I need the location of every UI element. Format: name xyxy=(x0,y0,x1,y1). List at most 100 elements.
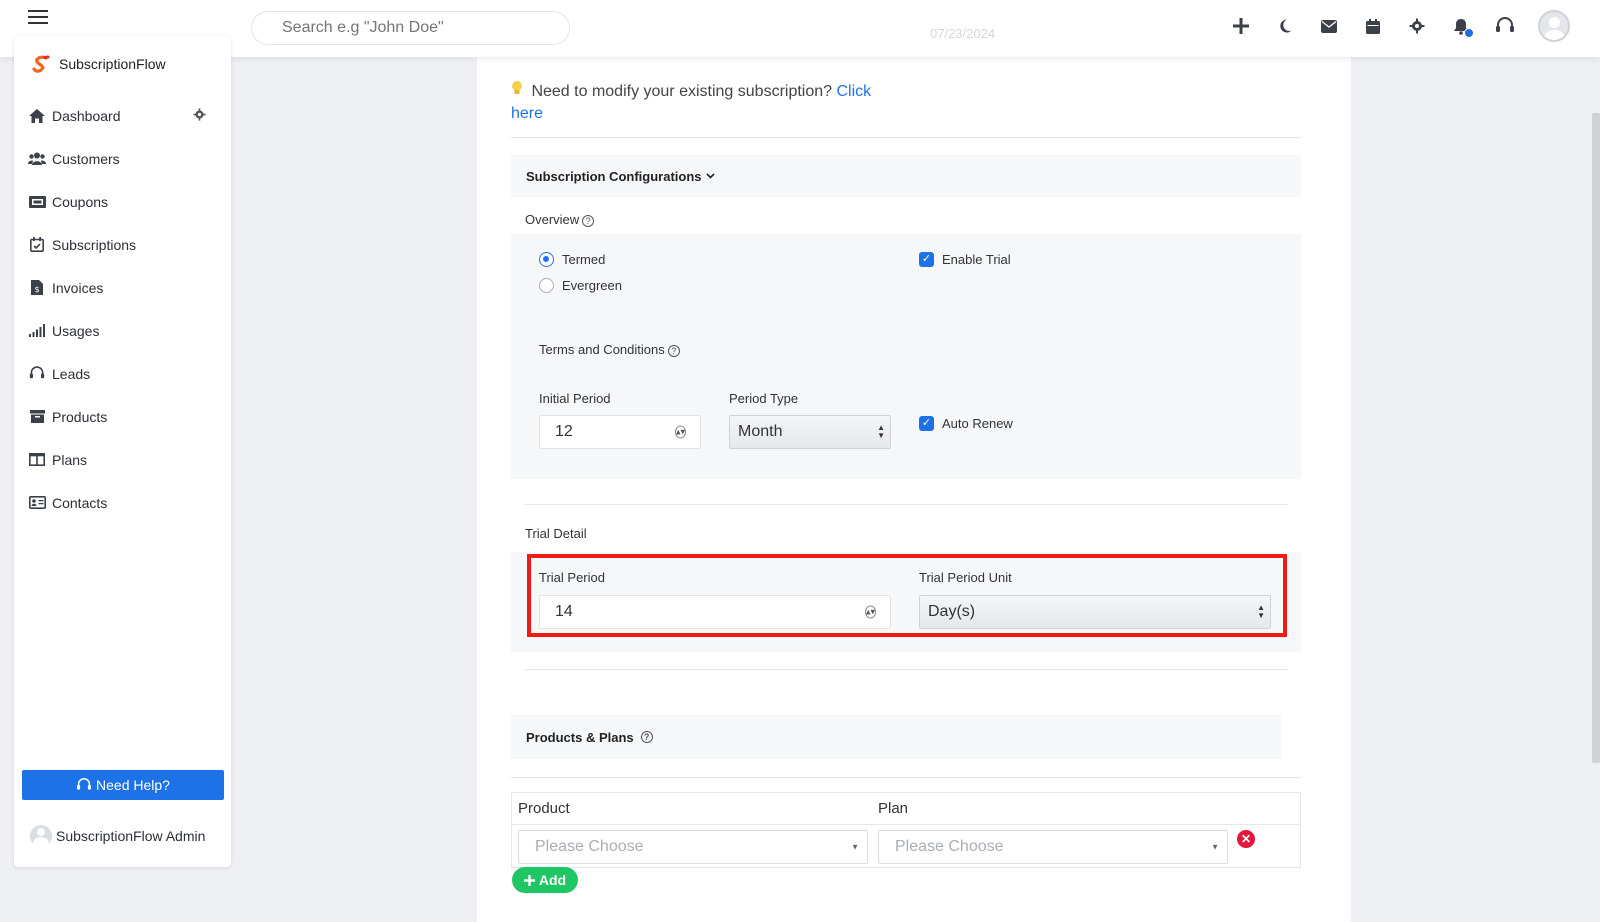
need-help-label: Need Help? xyxy=(96,777,170,793)
sidebar-item-coupons[interactable]: Coupons xyxy=(28,180,218,223)
home-icon xyxy=(28,108,46,124)
enable-trial-label: Enable Trial xyxy=(942,252,1011,267)
mail-icon[interactable] xyxy=(1318,15,1340,37)
remove-row-icon[interactable]: ✕ xyxy=(1237,830,1255,848)
auto-renew-checkbox[interactable]: ✓ Auto Renew xyxy=(919,416,1013,431)
divider xyxy=(525,504,1288,505)
plus-icon[interactable] xyxy=(1230,15,1252,37)
moon-icon[interactable] xyxy=(1274,15,1296,37)
user-avatar[interactable] xyxy=(1538,10,1570,42)
radio-termed[interactable]: Termed xyxy=(539,252,605,267)
subscription-configurations-header[interactable]: Subscription Configurations xyxy=(511,155,1301,197)
svg-text:$: $ xyxy=(35,285,40,294)
overview-panel: Termed Evergreen ✓ Enable Trial Terms an… xyxy=(511,234,1301,479)
add-product-button[interactable]: Add xyxy=(512,867,578,893)
initial-period-input[interactable]: 12 ▴▾ xyxy=(539,415,701,449)
sidebar: SubscriptionFlow Dashboard Customers Cou… xyxy=(14,36,231,867)
headset-icon xyxy=(77,778,92,790)
radio-evergreen-label: Evergreen xyxy=(562,278,622,293)
radio-evergreen[interactable]: Evergreen xyxy=(539,278,622,293)
column-header-plan: Plan xyxy=(878,800,909,817)
sidebar-item-label: Customers xyxy=(52,150,120,167)
gear-icon[interactable] xyxy=(1406,15,1428,37)
section-title: Products & Plans xyxy=(526,729,634,745)
help-circle-icon[interactable]: ? xyxy=(582,214,595,227)
terms-text: Terms and Conditions xyxy=(539,342,665,357)
brand-name: SubscriptionFlow xyxy=(59,56,166,72)
dashboard-settings-gear-icon[interactable] xyxy=(193,107,206,124)
calendar-icon[interactable] xyxy=(1362,15,1384,37)
users-icon xyxy=(28,151,46,167)
dropdown-arrow-icon: ▼ xyxy=(851,842,859,852)
divider xyxy=(511,777,1301,778)
subscriptionflow-logo-icon xyxy=(32,55,50,73)
sidebar-item-invoices[interactable]: $ Invoices xyxy=(28,266,218,309)
period-type-label: Period Type xyxy=(729,391,799,406)
columns-icon xyxy=(28,452,46,468)
help-circle-icon[interactable]: ? xyxy=(640,731,653,743)
signal-icon xyxy=(28,323,46,339)
sidebar-item-dashboard[interactable]: Dashboard xyxy=(28,94,218,137)
contact-card-icon xyxy=(28,495,46,511)
checkbox-checked-icon[interactable]: ✓ xyxy=(919,416,934,431)
products-plans-header: Products & Plans ? xyxy=(511,715,1281,759)
sidebar-item-usages[interactable]: Usages xyxy=(28,309,218,352)
need-help-button[interactable]: Need Help? xyxy=(22,770,224,800)
period-type-value: Month xyxy=(738,423,783,440)
enable-trial-checkbox[interactable]: ✓ Enable Trial xyxy=(919,252,1011,267)
sidebar-item-label: Contacts xyxy=(52,494,108,511)
select-arrows-icon: ▲ ▼ xyxy=(877,423,885,440)
sidebar-item-label: Products xyxy=(52,408,108,425)
notification-dot xyxy=(1464,28,1474,38)
brand[interactable]: SubscriptionFlow xyxy=(31,54,166,74)
initial-period-value: 12 xyxy=(555,423,573,440)
hamburger-menu-icon[interactable] xyxy=(28,10,48,24)
sidebar-item-contacts[interactable]: Contacts xyxy=(28,481,218,524)
modify-subscription-hint: Need to modify your existing subscriptio… xyxy=(511,80,891,125)
sidebar-item-subscriptions[interactable]: Subscriptions xyxy=(28,223,218,266)
sidebar-item-label: Invoices xyxy=(52,279,104,296)
divider xyxy=(511,137,1301,138)
chevron-down-icon xyxy=(705,173,715,179)
sidebar-item-leads[interactable]: Leads xyxy=(28,352,218,395)
trial-detail-label: Trial Detail xyxy=(525,526,587,541)
bell-icon[interactable] xyxy=(1450,15,1474,38)
sidebar-nav: Dashboard Customers Coupons Subscription… xyxy=(28,94,218,524)
help-circle-icon[interactable]: ? xyxy=(667,344,680,357)
calendar-check-icon xyxy=(28,237,46,253)
radio-button-selected[interactable] xyxy=(539,252,554,267)
number-stepper-icon[interactable]: ▴▾ xyxy=(675,425,686,439)
headset-icon[interactable] xyxy=(1494,15,1516,37)
admin-profile[interactable]: SubscriptionFlow Admin xyxy=(30,825,205,847)
period-type-select[interactable]: Month ▲ ▼ xyxy=(729,415,891,449)
ghost-date-text: 07/23/2024 xyxy=(930,26,996,41)
plus-icon xyxy=(523,874,535,886)
initial-period-label: Initial Period xyxy=(539,391,611,406)
sidebar-item-label: Leads xyxy=(52,365,91,382)
sidebar-item-plans[interactable]: Plans xyxy=(28,438,218,481)
overview-text: Overview xyxy=(525,212,580,227)
archive-icon xyxy=(28,409,46,425)
ticket-icon xyxy=(28,194,46,210)
plan-select[interactable]: Please Choose ▼ xyxy=(878,830,1228,864)
sidebar-item-label: Dashboard xyxy=(52,107,121,124)
plan-placeholder: Please Choose xyxy=(895,838,1004,855)
product-placeholder: Please Choose xyxy=(535,838,644,855)
section-title: Subscription Configurations xyxy=(526,168,702,184)
radio-button[interactable] xyxy=(539,278,554,293)
sidebar-item-label: Usages xyxy=(52,322,100,339)
invoice-icon: $ xyxy=(28,280,46,296)
sidebar-item-products[interactable]: Products xyxy=(28,395,218,438)
product-select[interactable]: Please Choose ▼ xyxy=(518,830,868,864)
headset-icon xyxy=(28,366,46,382)
terms-conditions-label: Terms and Conditions? xyxy=(539,342,680,357)
radio-termed-label: Termed xyxy=(562,252,606,267)
search-input[interactable] xyxy=(251,11,570,45)
checkbox-checked-icon[interactable]: ✓ xyxy=(919,252,934,267)
page-scrollbar[interactable] xyxy=(1592,113,1600,763)
top-bar: 07/23/2024 xyxy=(0,0,1600,57)
add-label: Add xyxy=(538,872,567,888)
auto-renew-label: Auto Renew xyxy=(942,416,1013,431)
lightbulb-icon xyxy=(511,81,527,100)
sidebar-item-customers[interactable]: Customers xyxy=(28,137,218,180)
